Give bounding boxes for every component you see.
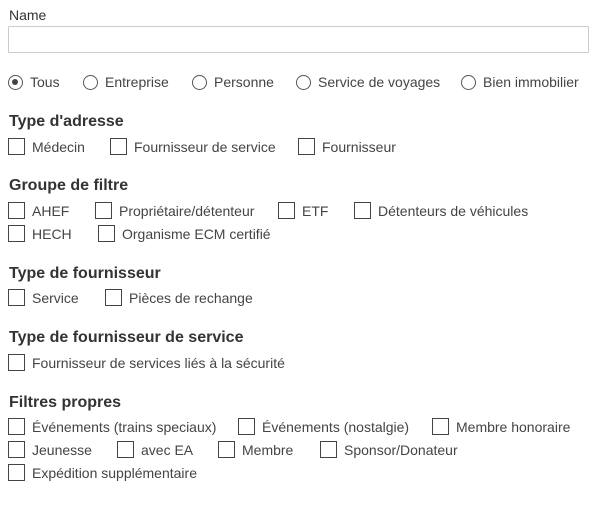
radio-icon[interactable] xyxy=(83,74,98,90)
checkbox-label: HECH xyxy=(32,225,72,242)
checkbox-icon[interactable] xyxy=(298,138,315,155)
checkbox-icon[interactable] xyxy=(95,202,112,219)
checkbox-service[interactable]: Service xyxy=(8,289,79,306)
checkbox-icon[interactable] xyxy=(8,225,25,242)
checkbox-avec-ea[interactable]: avec EA xyxy=(117,441,193,458)
name-label: Name xyxy=(9,7,47,23)
checkbox-label: AHEF xyxy=(32,202,70,219)
checkbox-icon[interactable] xyxy=(8,464,25,481)
checkbox-icon[interactable] xyxy=(8,202,25,219)
checkbox-label: Jeunesse xyxy=(32,441,92,458)
checkbox-icon[interactable] xyxy=(354,202,371,219)
checkbox-label: Propriétaire/détenteur xyxy=(119,202,255,219)
checkbox-evenements-trains-speciaux[interactable]: Événements (trains speciaux) xyxy=(8,418,216,435)
radio-icon[interactable] xyxy=(192,74,207,90)
checkbox-membre[interactable]: Membre xyxy=(218,441,293,458)
radio-personne[interactable]: Personne xyxy=(192,74,274,90)
checkbox-detenteurs-de-vehicules[interactable]: Détenteurs de véhicules xyxy=(354,202,528,219)
checkbox-label: Fournisseur de services liés à la sécuri… xyxy=(32,354,285,371)
checkbox-label: Événements (nostalgie) xyxy=(262,418,410,435)
name-input[interactable] xyxy=(8,26,589,53)
checkbox-label: Événements (trains speciaux) xyxy=(32,418,217,435)
checkbox-label: Pièces de rechange xyxy=(129,289,253,306)
radio-entreprise[interactable]: Entreprise xyxy=(83,74,169,90)
checkbox-label: Membre xyxy=(242,441,294,458)
radio-icon[interactable] xyxy=(461,74,476,90)
checkbox-icon[interactable] xyxy=(278,202,295,219)
radio-selected-icon[interactable] xyxy=(8,74,23,90)
radio-label: Bien immobilier xyxy=(483,74,579,90)
checkbox-fournisseur-services-securite[interactable]: Fournisseur de services liés à la sécuri… xyxy=(8,354,285,371)
checkbox-label: Membre honoraire xyxy=(456,418,571,435)
checkbox-medecin[interactable]: Médecin xyxy=(8,138,85,155)
checkbox-sponsor-donateur[interactable]: Sponsor/Donateur xyxy=(320,441,458,458)
checkbox-label: Fournisseur de service xyxy=(134,138,276,155)
radio-service-de-voyages[interactable]: Service de voyages xyxy=(296,74,440,90)
checkbox-jeunesse[interactable]: Jeunesse xyxy=(8,441,92,458)
checkbox-label: Service xyxy=(32,289,79,306)
checkbox-ahef[interactable]: AHEF xyxy=(8,202,69,219)
radio-label: Service de voyages xyxy=(318,74,441,90)
checkbox-icon[interactable] xyxy=(8,418,25,435)
checkbox-label: Médecin xyxy=(32,138,85,155)
checkbox-hech[interactable]: HECH xyxy=(8,225,72,242)
checkbox-label: Organisme ECM certifié xyxy=(122,225,271,242)
checkbox-icon[interactable] xyxy=(432,418,449,435)
checkbox-icon[interactable] xyxy=(320,441,337,458)
checkbox-icon[interactable] xyxy=(8,138,25,155)
checkbox-icon[interactable] xyxy=(105,289,122,306)
checkbox-fournisseur-de-service[interactable]: Fournisseur de service xyxy=(110,138,276,155)
checkbox-icon[interactable] xyxy=(8,441,25,458)
checkbox-proprietaire-detenteur[interactable]: Propriétaire/détenteur xyxy=(95,202,254,219)
checkbox-icon[interactable] xyxy=(117,441,134,458)
checkbox-icon[interactable] xyxy=(110,138,127,155)
checkbox-label: Expédition supplémentaire xyxy=(32,464,197,481)
checkbox-expedition-supplementaire[interactable]: Expédition supplémentaire xyxy=(8,464,197,481)
checkbox-fournisseur[interactable]: Fournisseur xyxy=(298,138,396,155)
section-title-type-de-fournisseur-de-service: Type de fournisseur de service xyxy=(9,329,244,346)
checkbox-pieces-de-rechange[interactable]: Pièces de rechange xyxy=(105,289,253,306)
checkbox-label: Sponsor/Donateur xyxy=(344,441,458,458)
checkbox-label: avec EA xyxy=(141,441,194,458)
radio-icon[interactable] xyxy=(296,74,311,90)
section-title-groupe-de-filtre: Groupe de filtre xyxy=(9,177,129,194)
radio-label: Personne xyxy=(214,74,274,90)
radio-bien-immobilier[interactable]: Bien immobilier xyxy=(461,74,579,90)
section-title-type-adresse: Type d'adresse xyxy=(9,113,124,130)
checkbox-icon[interactable] xyxy=(218,441,235,458)
checkbox-label: Détenteurs de véhicules xyxy=(378,202,529,219)
checkbox-label: ETF xyxy=(302,202,329,219)
checkbox-etf[interactable]: ETF xyxy=(278,202,328,219)
checkbox-membre-honoraire[interactable]: Membre honoraire xyxy=(432,418,570,435)
radio-label: Entreprise xyxy=(105,74,169,90)
checkbox-icon[interactable] xyxy=(238,418,255,435)
checkbox-icon[interactable] xyxy=(98,225,115,242)
radio-label: Tous xyxy=(30,74,60,90)
checkbox-organisme-ecm-certifie[interactable]: Organisme ECM certifié xyxy=(98,225,271,242)
checkbox-label: Fournisseur xyxy=(322,138,396,155)
checkbox-icon[interactable] xyxy=(8,289,25,306)
section-title-filtres-propres: Filtres propres xyxy=(9,394,122,411)
checkbox-icon[interactable] xyxy=(8,354,25,371)
radio-tous[interactable]: Tous xyxy=(8,74,60,90)
section-title-type-de-fournisseur: Type de fournisseur xyxy=(9,265,161,282)
checkbox-evenements-nostalgie[interactable]: Événements (nostalgie) xyxy=(238,418,409,435)
